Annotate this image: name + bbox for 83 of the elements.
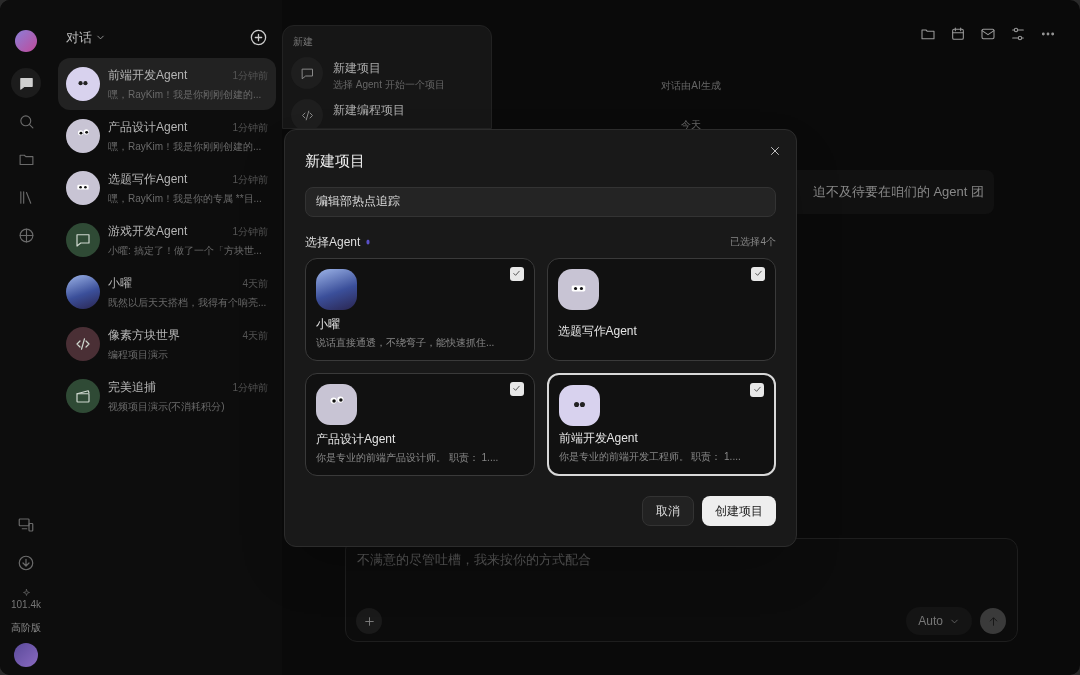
required-mark-icon: [366, 238, 371, 245]
profile-avatar[interactable]: [14, 643, 38, 667]
cancel-button[interactable]: 取消: [642, 495, 694, 526]
conversation-title: 前端开发Agent: [108, 66, 188, 84]
close-icon: [768, 144, 782, 158]
conversation-item[interactable]: 像素方块世界 4天前 编程项目演示: [58, 317, 276, 370]
check-icon: [511, 268, 522, 279]
globe-icon: [17, 226, 35, 244]
conversation-preview: 既然以后天天搭档，我得有个响亮...: [108, 295, 268, 310]
agent-description: 说话直接通透，不绕弯子，能快速抓住...: [316, 335, 496, 350]
search-icon: [17, 112, 35, 130]
section-label: 选择Agent: [305, 233, 361, 251]
dialog-title: 新建项目: [305, 151, 365, 171]
plan-label: 高阶版: [11, 621, 41, 635]
folder-icon: [920, 26, 936, 42]
agent-name: 产品设计Agent: [316, 430, 397, 448]
mail-icon: [980, 26, 996, 42]
agent-name: 选题写作Agent: [557, 322, 638, 340]
conversation-item[interactable]: 小曜 4天前 既然以后天天搭档，我得有个响亮...: [58, 265, 276, 318]
menu-heading: 新建: [292, 35, 314, 49]
conversation-title: 选题写作Agent: [108, 170, 188, 188]
conversation-title: 游戏开发Agent: [108, 222, 188, 240]
agent-name: 小曜: [316, 315, 341, 333]
calendar-button[interactable]: [950, 26, 966, 42]
conversation-preview: 视频项目演示(不消耗积分): [108, 399, 226, 414]
create-project-button[interactable]: 创建项目: [702, 495, 776, 526]
calendar-icon: [950, 26, 966, 42]
agent-card[interactable]: 小曜 说话直接通透，不绕弯子，能快速抓住...: [305, 257, 535, 361]
project-name-field[interactable]: 编辑部热点追踪: [305, 186, 776, 217]
download-icon: [17, 554, 35, 572]
agent-description: 你是专业的前端开发工程师。 职责： 1....: [558, 449, 742, 464]
check-icon: [751, 384, 763, 395]
avatar-face-icon: [66, 118, 100, 153]
agent-description: 你是专业的前端产品设计师。 职责： 1....: [316, 450, 500, 465]
devices-icon: [17, 516, 35, 534]
avatar-face-icon: [66, 170, 100, 205]
agent-checkbox[interactable]: [509, 266, 524, 281]
avatar-face-icon: [316, 383, 357, 425]
agent-checkbox[interactable]: [509, 381, 524, 396]
sparkle-icon: [21, 588, 31, 597]
menu-item[interactable]: 新建编程项目: [291, 99, 483, 128]
conversation-title: 完美追捕: [108, 378, 156, 396]
new-button[interactable]: [249, 28, 268, 48]
conversations-dropdown[interactable]: 对话: [66, 28, 106, 48]
conversation-title: 像素方块世界: [108, 326, 180, 344]
conversation-preview: 编程项目演示: [108, 347, 169, 362]
conversation-time: 4天前: [242, 328, 268, 343]
menu-item-title: 新建编程项目: [333, 102, 405, 119]
menu-item-title: 新建项目: [333, 60, 382, 77]
check-icon: [752, 268, 764, 279]
credits-count: 101.4k: [11, 598, 41, 612]
plus-icon: [362, 614, 376, 628]
sliders-button[interactable]: [1010, 26, 1026, 42]
agent-checkbox[interactable]: [750, 382, 764, 397]
avatar-face-icon: [558, 384, 600, 426]
folder-button[interactable]: [920, 26, 936, 42]
agent-card[interactable]: 产品设计Agent 你是专业的前端产品设计师。 职责： 1....: [305, 372, 535, 476]
avatar-face-icon: [557, 268, 599, 310]
message-input[interactable]: 不满意的尽管吐槽，我来按你的方式配合: [357, 550, 1006, 574]
model-dropdown[interactable]: Auto: [906, 607, 972, 635]
add-icon: [249, 28, 268, 48]
user-avatar[interactable]: [15, 30, 37, 52]
chat-bubble-icon: [299, 65, 315, 81]
conversation-title: 产品设计Agent: [108, 118, 188, 136]
agent-card[interactable]: 前端开发Agent 你是专业的前端开发工程师。 职责： 1....: [546, 372, 776, 476]
ai-notice: 对话由AI生成: [661, 79, 721, 93]
conversation-preview: 嘿，RayKim！我是你刚刚创建的...: [108, 139, 263, 154]
mail-button[interactable]: [980, 26, 996, 42]
conversation-title: 小曜: [108, 274, 132, 292]
conversation-time: 4天前: [242, 276, 268, 291]
chat-bubble-nav-button[interactable]: [11, 68, 41, 98]
avatar-photo-placeholder: [316, 268, 357, 310]
close-button[interactable]: [768, 144, 782, 158]
sliders-icon: [1010, 26, 1026, 42]
avatar-face-icon: [66, 66, 100, 101]
check-icon: [511, 383, 522, 394]
agent-checkbox[interactable]: [751, 266, 765, 281]
agent-name: 前端开发Agent: [558, 429, 639, 447]
date-label: 今天: [681, 118, 701, 132]
selected-count: 已选择4个: [730, 235, 776, 249]
agent-card[interactable]: 选题写作Agent: [546, 257, 776, 361]
conversation-preview: 嘿，RayKim！我是你的专属 **目...: [108, 191, 263, 206]
avatar-photo-placeholder: [66, 274, 100, 309]
